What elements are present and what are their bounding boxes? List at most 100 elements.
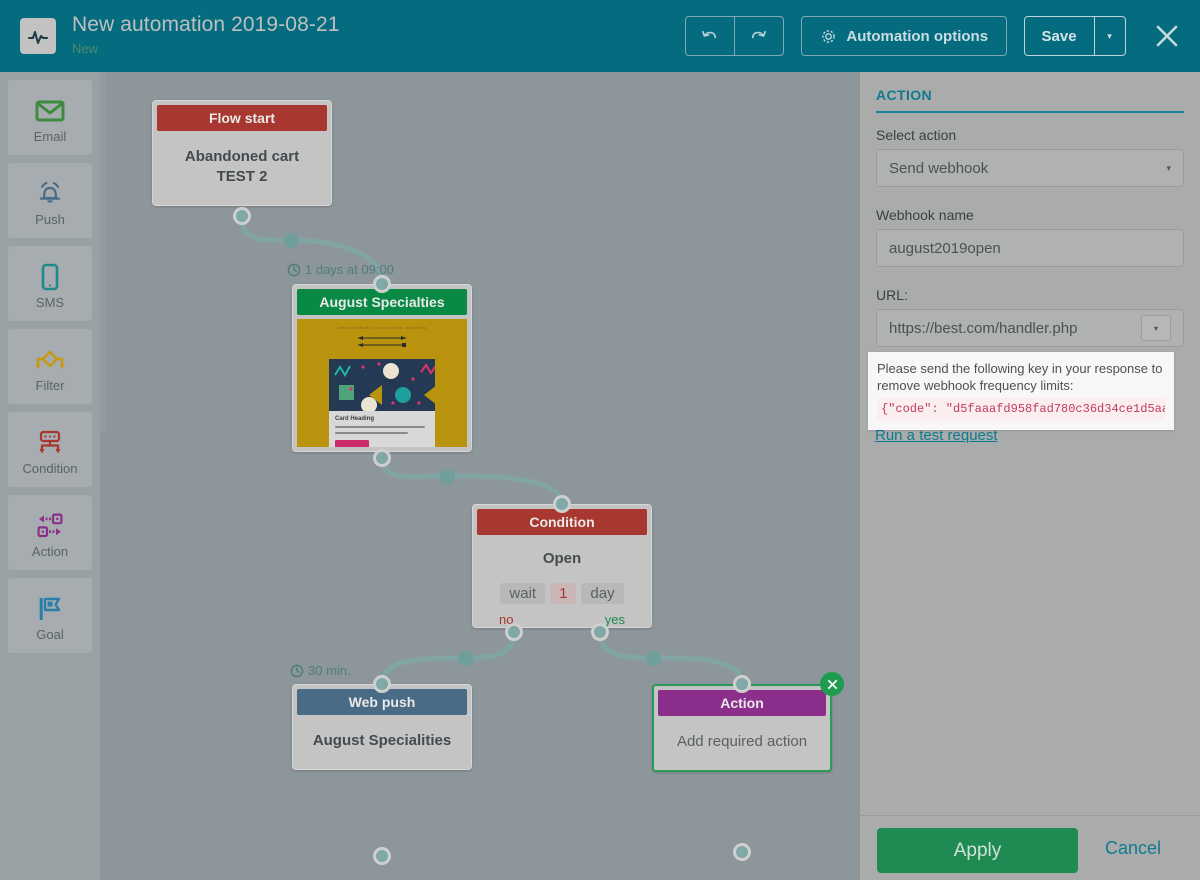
automation-options-button[interactable]: Automation options [801, 16, 1008, 56]
select-action-value: Send webhook [889, 159, 989, 177]
delay-label-text: 1 days at 09:00 [305, 262, 394, 277]
bell-icon [34, 174, 66, 214]
save-dropdown-button[interactable]: ▾ [1093, 17, 1125, 55]
url-input[interactable]: https://best.com/handler.php ▾ [876, 309, 1184, 347]
cancel-button[interactable]: Cancel [1105, 838, 1161, 859]
filter-icon [32, 340, 68, 380]
select-action-label: Select action [876, 127, 957, 143]
node-header-label: Action [658, 690, 826, 716]
sidebar-item-filter[interactable]: Filter [8, 329, 92, 404]
apply-button[interactable]: Apply [877, 828, 1078, 873]
connector-midpoint[interactable] [458, 651, 473, 666]
canvas-scrollbar[interactable] [100, 72, 110, 880]
panel-footer: Apply Cancel [860, 815, 1200, 880]
redo-arrow-icon [752, 30, 767, 38]
webhook-name-input[interactable]: august2019open [876, 229, 1184, 267]
node-body: Open [542, 550, 582, 567]
condition-wait-label: wait [500, 583, 546, 604]
sidebar-item-label: Push [35, 212, 65, 227]
connector-midpoint[interactable] [646, 651, 661, 666]
action-node[interactable]: Action Add required action [652, 672, 844, 861]
select-action-dropdown[interactable]: Send webhook ▾ [876, 149, 1184, 187]
node-output-port-no[interactable] [505, 623, 523, 641]
remove-node-button[interactable] [820, 672, 844, 696]
status-badge: New [72, 41, 99, 56]
email-preview-thumbnail: see more about it you soon more, view pr… [297, 319, 467, 447]
condition-wait-row: wait 1 day [473, 583, 651, 604]
sidebar-item-action[interactable]: Action [8, 495, 92, 570]
chevron-down-icon: ▾ [1166, 162, 1171, 173]
delay-label-text: 30 min. [308, 663, 351, 678]
redo-button[interactable] [733, 17, 783, 55]
condition-icon [33, 423, 67, 463]
sidebar-item-sms[interactable]: SMS [8, 246, 92, 321]
automation-options-label: Automation options [846, 27, 989, 45]
close-icon [1156, 25, 1178, 47]
node-output-port[interactable] [373, 449, 391, 467]
node-input-port[interactable] [733, 675, 751, 693]
node-body-line-1: Abandoned cart [184, 148, 300, 165]
sidebar-item-goal[interactable]: Goal [8, 578, 92, 653]
connector-midpoint[interactable] [284, 233, 299, 248]
email-preheader-text: see more about it you soon more, view pr… [337, 325, 427, 330]
automation-flow-canvas[interactable]: Flow start Abandoned cart TEST 2 1 days … [110, 72, 860, 880]
sidebar-item-email[interactable]: Email [8, 80, 92, 155]
webhook-key-note: Please send the following key in your re… [868, 352, 1174, 430]
webhook-name-label: Webhook name [876, 207, 974, 223]
page-title: New automation 2019-08-21 [72, 13, 340, 36]
condition-branch-yes: yes [604, 612, 625, 627]
delay-label-2: 30 min. [290, 663, 351, 678]
email-divider-arrows [297, 334, 467, 355]
node-input-port[interactable] [553, 495, 571, 513]
connector-midpoint[interactable] [440, 469, 455, 484]
webhook-key-code: {"code": "d5faaafd958fad780c36d34ce1d5aa… [877, 398, 1165, 421]
select-action-field: Select action Send webhook ▾ [876, 127, 1184, 187]
node-output-port-yes[interactable] [591, 623, 609, 641]
condition-wait-value[interactable]: 1 [550, 583, 577, 604]
delay-label-1: 1 days at 09:00 [287, 262, 394, 277]
save-button-group: Save ▾ [1023, 16, 1126, 56]
undo-redo-group [684, 16, 784, 56]
sidebar-item-label: Action [31, 544, 69, 559]
webhook-name-field: Webhook name august2019open [876, 207, 1184, 267]
sidebar-item-condition[interactable]: Condition [8, 412, 92, 487]
node-input-port[interactable] [373, 275, 391, 293]
url-value: https://best.com/handler.php [889, 319, 1078, 337]
condition-branch-labels: no yes [473, 604, 651, 627]
condition-node[interactable]: Condition Open wait 1 day no yes [472, 495, 652, 641]
app-header: New automation 2019-08-21 New Automation… [0, 0, 1200, 72]
block-palette-sidebar: Email Push SMS Filter Condition Action G… [0, 72, 100, 880]
node-body: Abandoned cart TEST 2 [153, 131, 331, 205]
flow-start-node[interactable]: Flow start Abandoned cart TEST 2 [152, 100, 332, 225]
close-editor-button[interactable] [1150, 16, 1184, 56]
clock-icon [290, 664, 304, 677]
flag-icon [34, 589, 66, 629]
app-logo [20, 18, 56, 54]
node-output-port[interactable] [733, 843, 751, 861]
save-button[interactable]: Save [1025, 17, 1094, 55]
webhook-key-note-text: Please send the following key in your re… [877, 361, 1163, 393]
node-body-line-2: TEST 2 [216, 168, 268, 185]
undo-button[interactable] [686, 17, 734, 55]
email-card-text: Card Heading [329, 411, 435, 434]
action-icon [33, 506, 67, 546]
node-input-port[interactable] [373, 675, 391, 693]
node-output-port[interactable] [373, 847, 391, 865]
pulse-icon [28, 31, 48, 44]
url-dropdown-button[interactable]: ▾ [1141, 315, 1171, 341]
envelope-icon [35, 91, 65, 131]
action-settings-panel: ACTION Select action Send webhook ▾ Webh… [860, 72, 1200, 880]
node-body: Add required action [676, 733, 808, 750]
web-push-node[interactable]: Web push August Specialities [292, 675, 472, 865]
node-output-port[interactable] [233, 207, 251, 225]
panel-title: ACTION [876, 87, 933, 103]
sidebar-item-push[interactable]: Push [8, 163, 92, 238]
node-body: August Specialities [312, 732, 452, 749]
url-label: URL: [876, 287, 908, 303]
gear-icon [822, 29, 836, 43]
email-node[interactable]: August Specialties see more about it you… [292, 275, 472, 467]
mobile-icon [39, 257, 61, 297]
email-card-button [335, 440, 369, 447]
clock-icon [287, 263, 301, 276]
webhook-name-value: august2019open [889, 239, 1001, 257]
